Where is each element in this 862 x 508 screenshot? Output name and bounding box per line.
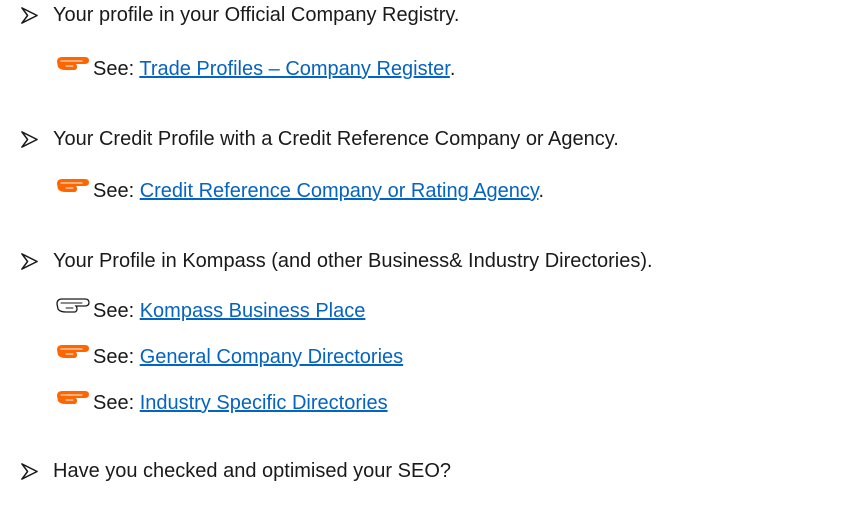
see-prefix: See:: [93, 58, 140, 80]
see-suffix: .: [538, 180, 544, 202]
see-prefix: See:: [93, 346, 140, 368]
see-prefix: See:: [93, 300, 140, 322]
see-reference-kompass: See: Kompass Business Place: [56, 294, 365, 323]
pointing-hand-icon: [57, 345, 89, 358]
document-page: Your profile in your Official Company Re…: [0, 0, 862, 508]
pointing-hand-icon: [57, 179, 89, 192]
bullet-item-credit-profile: Your Credit Profile with a Credit Refere…: [20, 128, 619, 151]
bullet-text: Have you checked and optimised your SEO?: [53, 460, 451, 482]
arrowhead-bullet-icon: [21, 253, 38, 270]
see-reference-general-directories: See: General Company Directories: [56, 340, 403, 369]
link-general-company-directories[interactable]: General Company Directories: [140, 346, 403, 368]
bullet-item-seo-check: Have you checked and optimised your SEO?: [20, 460, 451, 483]
arrowhead-bullet-icon: [21, 131, 38, 148]
link-credit-reference-company[interactable]: Credit Reference Company or Rating Agenc…: [140, 180, 539, 202]
bullet-text: Your profile in your Official Company Re…: [53, 4, 460, 26]
see-reference-credit-reference: See: Credit Reference Company or Rating …: [56, 174, 544, 203]
see-prefix: See:: [93, 392, 140, 414]
arrowhead-bullet-icon: [21, 463, 38, 480]
pointing-hand-icon: [56, 298, 90, 313]
bullet-text: Your Credit Profile with a Credit Refere…: [53, 128, 619, 150]
see-prefix: See:: [93, 180, 140, 202]
see-reference-trade-profiles: See: Trade Profiles – Company Register.: [56, 52, 455, 81]
arrowhead-bullet-icon: [21, 7, 38, 24]
link-industry-specific-directories[interactable]: Industry Specific Directories: [140, 392, 388, 414]
bullet-item-kompass-profile: Your Profile in Kompass (and other Busin…: [20, 250, 653, 273]
bullet-text: Your Profile in Kompass (and other Busin…: [53, 250, 653, 272]
pointing-hand-icon: [57, 57, 89, 70]
link-trade-profiles-company-register[interactable]: Trade Profiles – Company Register: [139, 58, 450, 80]
see-suffix: .: [449, 58, 456, 80]
bullet-item-official-registry: Your profile in your Official Company Re…: [20, 4, 459, 27]
link-kompass-business-place[interactable]: Kompass Business Place: [140, 300, 366, 322]
pointing-hand-icon: [57, 391, 89, 404]
see-reference-industry-directories: See: Industry Specific Directories: [56, 386, 388, 415]
